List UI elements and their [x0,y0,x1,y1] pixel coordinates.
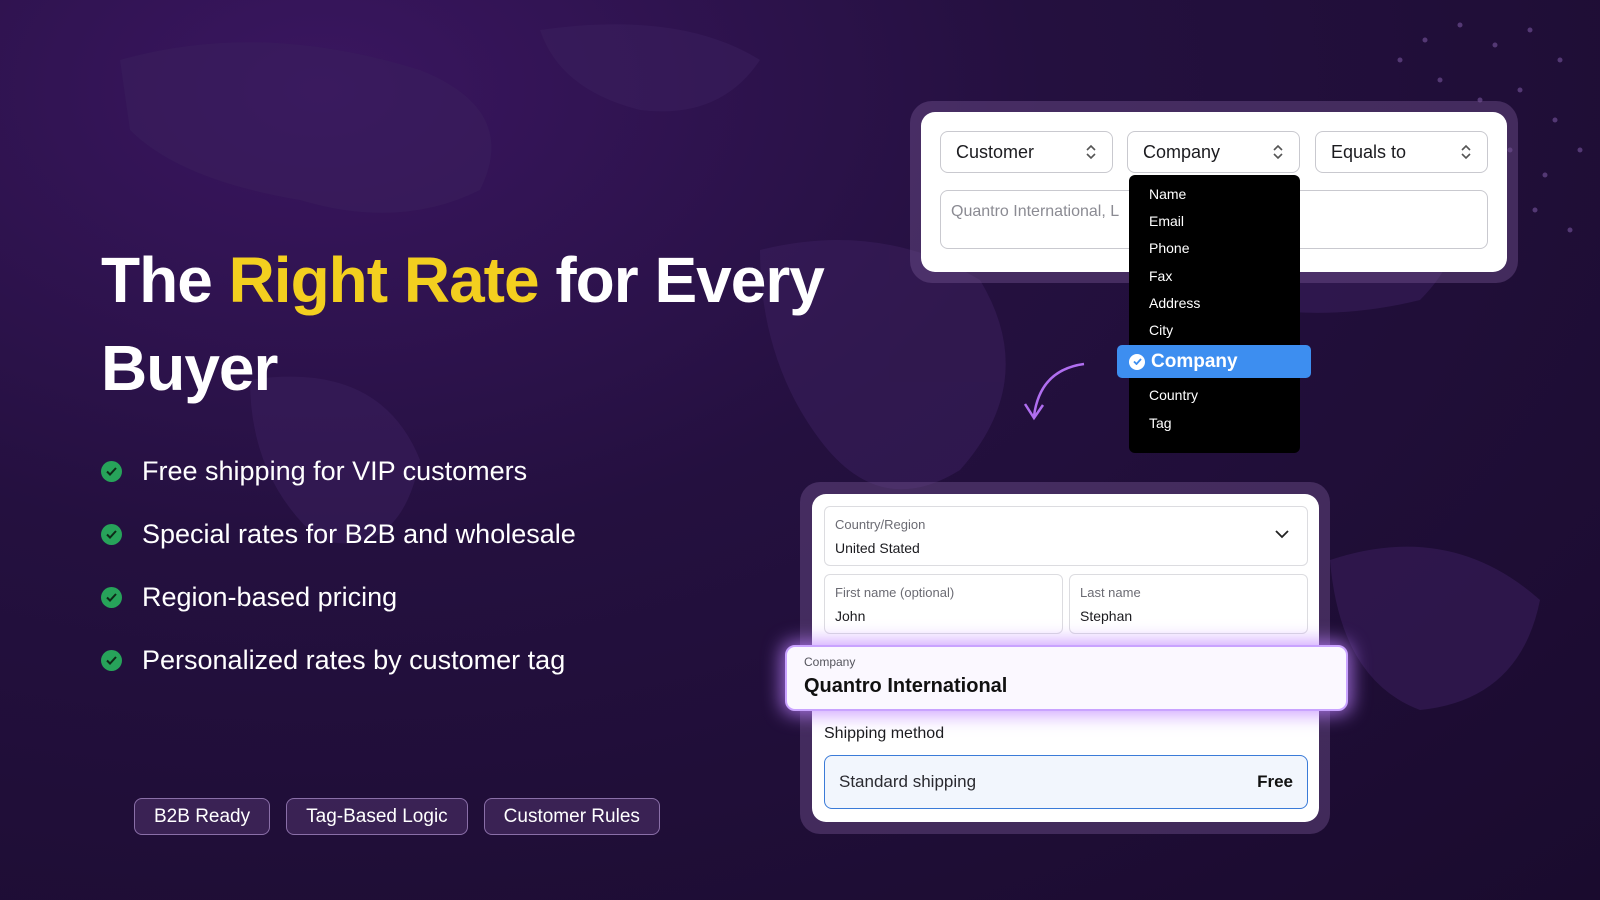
list-item: Personalized rates by customer tag [101,629,576,692]
check-circle-icon [101,587,122,608]
attribute-dropdown-menu: Name Email Phone Fax Address City Countr… [1129,175,1300,453]
chevron-down-icon [1275,530,1289,539]
shipping-option-name: Standard shipping [839,772,977,791]
company-label: Company [804,655,856,669]
feature-text: Free shipping for VIP customers [142,456,528,486]
dropdown-option-country[interactable]: Country [1129,382,1300,409]
operator-select[interactable]: Equals to [1315,131,1488,173]
chevron-up-down-icon [1086,144,1096,160]
feature-text: Personalized rates by customer tag [142,645,566,675]
country-select[interactable]: Country/Region United Stated [824,506,1308,566]
list-item: Region-based pricing [101,566,576,629]
headline-part-1: The [101,244,229,316]
headline-highlight: Right Rate [228,244,540,316]
dropdown-option-address[interactable]: Address [1129,289,1300,316]
chevron-up-down-icon [1273,144,1283,160]
shipping-method-label: Shipping method [824,725,945,742]
shipping-option-standard[interactable]: Standard shipping Free [824,755,1308,809]
list-item: Free shipping for VIP customers [101,440,576,503]
curved-arrow-icon [1023,362,1085,421]
tag-customer-rules: Customer Rules [483,798,660,835]
attribute-select[interactable]: Company [1127,131,1300,173]
tag-list: B2B Ready Tag-Based Logic Customer Rules [134,798,660,835]
feature-list: Free shipping for VIP customers Special … [101,440,576,692]
shipping-option-price: Free [1257,772,1293,791]
dropdown-option-phone[interactable]: Phone [1129,235,1300,262]
first-name-field[interactable]: First name (optional) John [824,574,1063,634]
last-name-label: Last name [1080,585,1141,600]
page-title: The Right Rate for Every Buyer [101,236,861,412]
last-name-field[interactable]: Last name Stephan [1069,574,1308,634]
check-circle-icon [101,650,122,671]
country-label: Country/Region [835,517,926,532]
tag-b2b-ready: B2B Ready [134,798,271,835]
chevron-up-down-icon [1461,144,1471,160]
tag-tag-based-logic: Tag-Based Logic [286,798,468,835]
dropdown-option-tag[interactable]: Tag [1129,409,1300,436]
first-name-value: John [835,608,866,624]
feature-text: Special rates for B2B and wholesale [142,519,576,549]
dropdown-option-city[interactable]: City [1129,316,1300,343]
field-select[interactable]: Customer [940,131,1113,173]
operator-select-value: Equals to [1331,141,1407,162]
company-field[interactable]: Company Quantro International [785,645,1348,711]
list-item: Special rates for B2B and wholesale [101,503,576,566]
check-circle-icon [1129,353,1145,370]
dropdown-option-company[interactable]: Company [1117,345,1311,378]
company-value: Quantro International [804,675,1008,697]
dropdown-option-email[interactable]: Email [1129,207,1300,234]
dropdown-selected-label: Company [1151,350,1238,372]
feature-text: Region-based pricing [142,582,398,612]
condition-value-text: Quantro International, L [951,203,1120,220]
field-select-value: Customer [956,141,1035,162]
dropdown-option-fax[interactable]: Fax [1129,262,1300,289]
first-name-label: First name (optional) [835,585,955,600]
last-name-value: Stephan [1080,608,1133,624]
check-circle-icon [101,524,122,545]
country-value: United Stated [835,540,920,556]
check-circle-icon [101,461,122,482]
attribute-select-value: Company [1143,141,1221,162]
dropdown-option-name[interactable]: Name [1129,180,1300,207]
